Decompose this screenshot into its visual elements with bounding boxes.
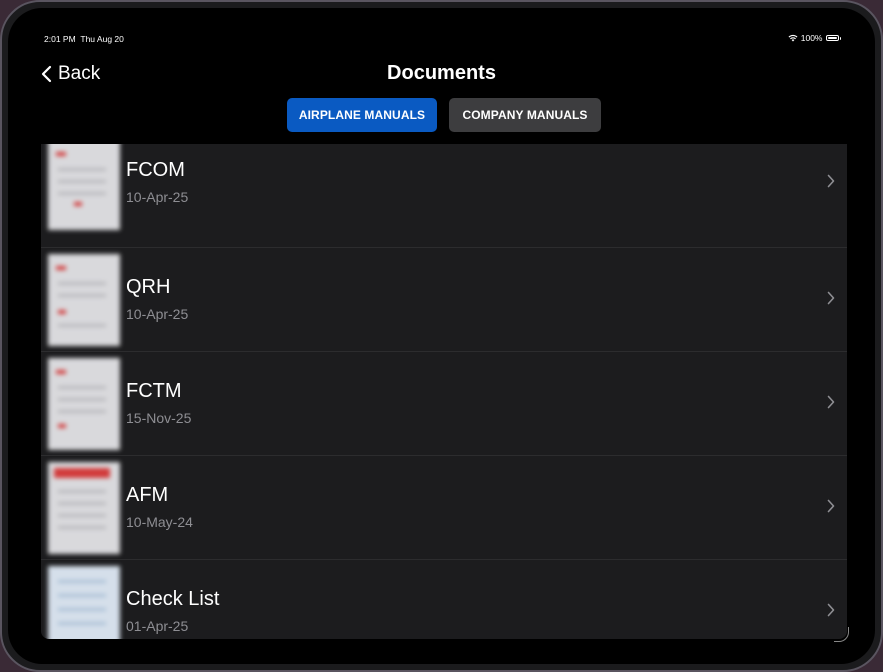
tablet-frame: 2:01 PM Thu Aug 20 100% Back Documents A… [0, 0, 883, 672]
document-thumbnail [48, 254, 120, 346]
tab-airplane-manuals[interactable]: AIRPLANE MANUALS [287, 98, 437, 132]
chevron-right-icon [827, 291, 835, 305]
document-list: FCOM 10-Apr-25 QRH 10-Apr-25 FCTM 15-Nov… [41, 144, 847, 639]
document-date: 10-Apr-25 [126, 306, 189, 322]
list-item[interactable]: FCOM 10-Apr-25 [41, 144, 847, 248]
chevron-right-icon [827, 603, 835, 617]
document-date: 01-Apr-25 [126, 618, 189, 634]
document-title: Check List [126, 588, 220, 610]
battery-icon [825, 35, 839, 41]
document-date: 15-Nov-25 [126, 410, 192, 426]
page-title: Documents [387, 62, 496, 84]
manual-type-tabs: AIRPLANE MANUALS COMPANY MANUALS [287, 98, 601, 132]
chevron-right-icon [827, 395, 835, 409]
list-item[interactable]: QRH 10-Apr-25 [41, 248, 847, 352]
tab-company-manuals[interactable]: COMPANY MANUALS [449, 98, 601, 132]
status-indicators: 100% [788, 33, 841, 43]
document-date: 10-May-24 [126, 514, 193, 530]
document-thumbnail [48, 144, 120, 230]
status-bar: 2:01 PM Thu Aug 20 100% [8, 32, 875, 46]
document-title: AFM [126, 484, 169, 506]
app-screen: 2:01 PM Thu Aug 20 100% Back Documents A… [8, 8, 875, 664]
chevron-right-icon [827, 174, 835, 188]
document-title: FCTM [126, 380, 182, 402]
battery-nub [839, 36, 841, 40]
chevron-right-icon [827, 499, 835, 513]
status-time: 2:01 PM Thu Aug 20 [44, 34, 124, 44]
list-item[interactable]: Check List 01-Apr-25 [41, 560, 847, 639]
document-title: QRH [126, 276, 171, 298]
document-date: 10-Apr-25 [126, 189, 189, 205]
list-item[interactable]: FCTM 15-Nov-25 [41, 352, 847, 456]
document-title: FCOM [126, 159, 185, 181]
status-time-value: 2:01 PM [44, 34, 76, 44]
resize-indicator [834, 627, 849, 642]
document-thumbnail [48, 358, 120, 450]
list-item[interactable]: AFM 10-May-24 [41, 456, 847, 560]
document-thumbnail [48, 462, 120, 554]
status-date: Thu Aug 20 [80, 34, 124, 44]
battery-percent: 100% [800, 33, 823, 43]
document-thumbnail [48, 566, 120, 639]
wifi-icon [788, 34, 798, 42]
